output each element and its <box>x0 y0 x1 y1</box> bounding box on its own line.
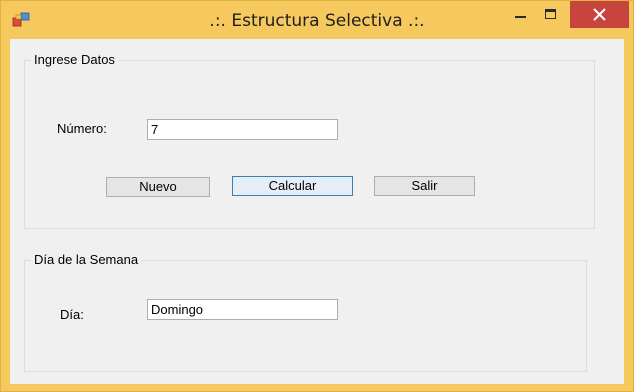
maximize-button[interactable] <box>536 1 566 29</box>
dia-output[interactable]: Domingo <box>147 299 338 320</box>
minimize-icon <box>515 16 526 18</box>
calcular-button[interactable]: Calcular <box>232 176 353 196</box>
group-ingrese-datos: Ingrese Datos <box>24 51 595 229</box>
form-client-area: Ingrese Datos Número: 7 Nuevo Calcular S… <box>10 39 624 384</box>
nuevo-button[interactable]: Nuevo <box>106 177 210 197</box>
dia-label: Día: <box>60 307 84 322</box>
numero-input[interactable]: 7 <box>147 119 338 140</box>
group-dia-semana-legend: Día de la Semana <box>31 251 142 269</box>
numero-label: Número: <box>57 121 107 136</box>
title-bar[interactable]: .:. Estructura Selectiva .:. <box>1 1 633 39</box>
salir-button[interactable]: Salir <box>374 176 475 196</box>
minimize-button[interactable] <box>506 1 536 29</box>
maximize-icon <box>545 9 556 19</box>
app-window: .:. Estructura Selectiva .:. Ingrese Dat… <box>0 0 634 392</box>
app-window-icon[interactable] <box>12 12 30 28</box>
close-button[interactable] <box>570 1 629 28</box>
group-ingrese-datos-legend: Ingrese Datos <box>31 51 118 69</box>
close-icon <box>593 8 606 21</box>
